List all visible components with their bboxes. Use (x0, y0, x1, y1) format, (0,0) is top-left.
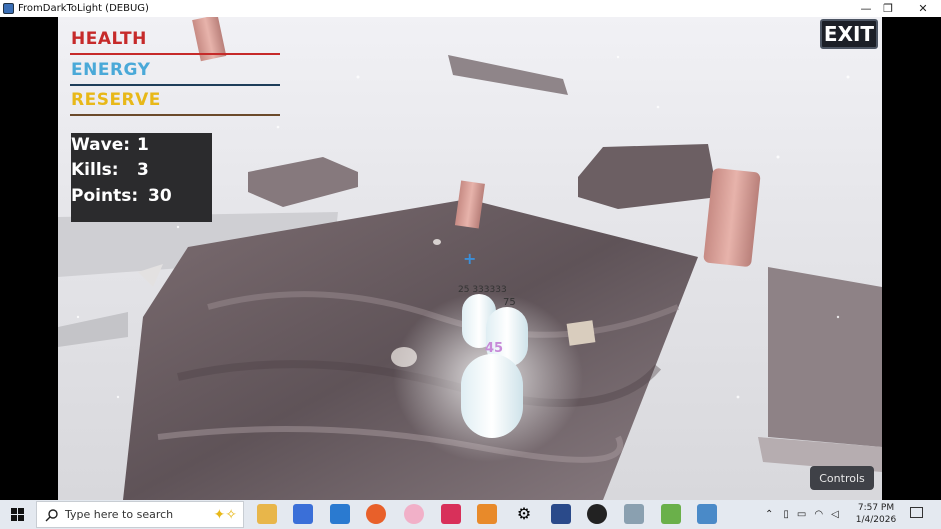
wave-label: Wave: (71, 135, 131, 155)
damage-number: 45 (485, 341, 504, 356)
energy-bar (70, 84, 280, 86)
controls-button[interactable]: Controls (810, 466, 874, 490)
jetbrains-icon[interactable] (441, 504, 461, 524)
search-placeholder: Type here to search (65, 508, 174, 521)
points-row: Points: 30 (71, 186, 172, 206)
firefox-icon[interactable] (366, 504, 386, 524)
restore-button[interactable]: ❐ (873, 0, 903, 17)
health-bar (70, 53, 280, 55)
unity-icon[interactable] (587, 504, 607, 524)
window-title: FromDarkToLight (DEBUG) (18, 3, 149, 14)
pillar-right (703, 168, 761, 267)
reserve-bar (70, 114, 280, 116)
game-viewport[interactable]: + 25 333333 75 45 HEALTH ENERGY RESERVE … (0, 17, 941, 500)
sparkle-icon: ✦✧ (213, 506, 237, 523)
edge-platform-left (58, 312, 128, 347)
floating-number: 75 (503, 297, 516, 308)
clock-time: 7:57 PM (857, 503, 895, 513)
kills-value: 3 (137, 160, 149, 180)
start-button[interactable] (0, 500, 35, 529)
volume-icon[interactable]: ◁ (831, 509, 839, 520)
points-label: Points: (71, 186, 139, 206)
search-box[interactable]: Type here to search ✦✧ (36, 501, 244, 528)
player-capsule (461, 354, 523, 438)
points-value: 30 (148, 186, 172, 206)
app2-icon[interactable] (661, 504, 681, 524)
floating-slab-left (248, 157, 358, 207)
wave-row: Wave: 1 (71, 135, 149, 155)
wave-value: 1 (137, 135, 149, 155)
floating-slab-right (578, 144, 718, 209)
reserve-label: RESERVE (71, 90, 161, 110)
search-icon (45, 508, 58, 521)
right-platform (768, 267, 882, 447)
exit-button[interactable]: EXIT (820, 19, 878, 49)
kills-row: Kills: 3 (71, 160, 149, 180)
clock-date: 1/4/2026 (855, 515, 897, 525)
battery-icon[interactable]: ▭ (797, 509, 806, 520)
stats-panel: Wave: 1 Kills: 3 Points: 30 (71, 133, 212, 222)
system-tray: ⌃ ▯ ▭ ◠ ◁ (765, 500, 839, 529)
file-explorer-icon[interactable] (257, 504, 277, 524)
outlook-icon[interactable] (330, 504, 350, 524)
small-orb (433, 239, 441, 245)
godot-icon[interactable] (697, 504, 717, 524)
wifi-icon[interactable]: ◠ (814, 509, 823, 520)
window-titlebar: FromDarkToLight (DEBUG) — ❐ ✕ (0, 0, 941, 17)
clock[interactable]: 7:57 PM 1/4/2026 (846, 502, 906, 526)
crosshair-icon: + (463, 249, 477, 268)
store-icon[interactable] (293, 504, 313, 524)
app-icon (3, 3, 14, 14)
floating-text: 25 333333 (458, 285, 507, 295)
task-manager-icon[interactable] (624, 504, 644, 524)
notification-icon[interactable] (910, 507, 923, 518)
close-button[interactable]: ✕ (908, 0, 938, 17)
settings-icon[interactable]: ⚙ (514, 504, 534, 524)
health-label: HEALTH (71, 29, 147, 49)
app-icon-color[interactable] (477, 504, 497, 524)
windows-logo-icon (11, 508, 24, 521)
usb-icon[interactable]: ▯ (783, 509, 789, 520)
energy-label: ENERGY (71, 60, 151, 80)
chevron-up-icon[interactable]: ⌃ (765, 509, 773, 520)
floating-slab-top (448, 55, 568, 95)
paint-icon[interactable] (404, 504, 424, 524)
visual-studio-icon[interactable] (551, 504, 571, 524)
game-scene[interactable]: + 25 333333 75 45 HEALTH ENERGY RESERVE … (58, 17, 882, 500)
kills-label: Kills: (71, 160, 119, 180)
